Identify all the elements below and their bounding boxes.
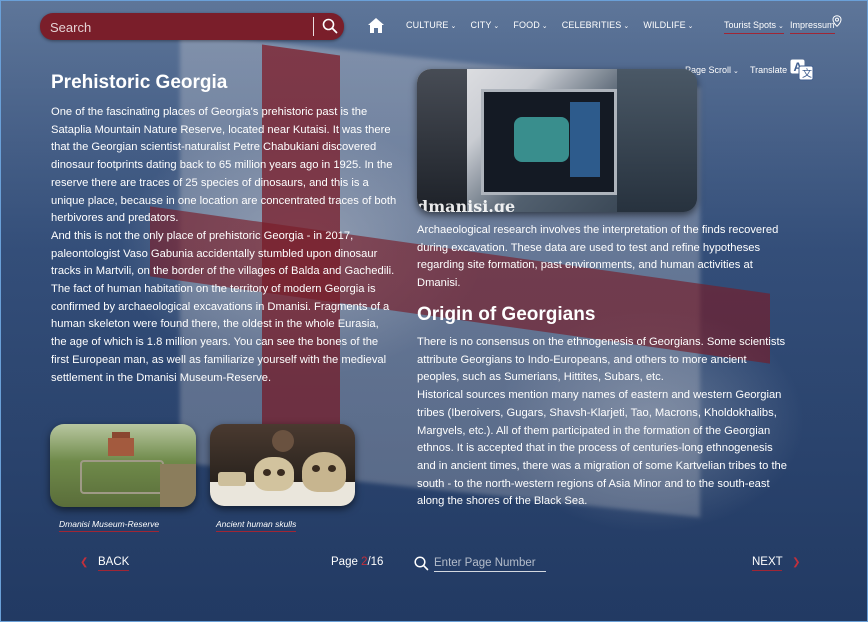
photo-watermark: dmanisi.ge (417, 197, 516, 212)
paragraph: Archaeological research involves the int… (417, 224, 779, 290)
dmanisi-reserve-photo[interactable] (50, 424, 196, 507)
tourist-spots-link[interactable]: Tourist Spots ⌄ (724, 20, 784, 34)
chevron-down-icon: ⌄ (541, 23, 548, 30)
nav-label: CULTURE (406, 20, 449, 30)
nav-item-culture[interactable]: CULTURE ⌄ (406, 20, 457, 34)
origin-text: There is no consensus on the ethnogenesi… (417, 334, 789, 511)
tourist-spots-label: Tourist Spots (724, 20, 777, 30)
nav-item-food[interactable]: FOOD ⌄ (513, 20, 547, 34)
translate-icon[interactable]: A 文 (790, 59, 814, 81)
search-icon (414, 556, 429, 571)
chevron-down-icon: ⌄ (450, 23, 457, 30)
total-pages: /16 (367, 556, 384, 568)
page-indicator: Page 2/16 (331, 556, 383, 568)
page-label: Page (331, 556, 362, 568)
nav-item-celebrities[interactable]: CELEBRITIES ⌄ (562, 20, 630, 34)
back-label: BACK (97, 556, 130, 571)
chevron-down-icon: ⌄ (493, 23, 500, 30)
section-title-prehistoric: Prehistoric Georgia (51, 72, 228, 93)
main-nav: CULTURE ⌄ CITY ⌄ FOOD ⌄ CELEBRITIES ⌄ WILDLI… (406, 20, 708, 34)
next-label: NEXT (752, 556, 783, 571)
home-icon[interactable] (367, 17, 385, 34)
nav-label: CELEBRITIES (561, 20, 622, 30)
caption-dmanisi-reserve[interactable]: Dmanisi Museum-Reserve (59, 519, 160, 532)
ancient-skulls-photo[interactable] (210, 424, 355, 506)
page-jump (414, 555, 550, 573)
chevron-down-icon: ⌄ (778, 23, 784, 30)
prehistoric-text: One of the fascinating places of Georgia… (51, 104, 397, 387)
search-bar (40, 13, 344, 40)
chevron-down-icon: ⌄ (733, 68, 739, 75)
paragraph: Historical sources mention many names of… (417, 389, 787, 508)
impressum-link[interactable]: Impressum (790, 20, 835, 34)
nav-item-city[interactable]: CITY ⌄ (471, 20, 500, 34)
next-button[interactable]: NEXT ❯ (752, 556, 801, 571)
chevron-left-icon: ❮ (80, 557, 89, 568)
translate-button[interactable]: Translate (750, 65, 787, 75)
section-title-origin: Origin of Georgians (417, 304, 596, 325)
translate-label: Translate (750, 65, 788, 75)
svg-text:文: 文 (802, 67, 812, 80)
impressum-label: Impressum (790, 20, 835, 30)
page-number-input[interactable] (434, 555, 546, 572)
chevron-right-icon: ❯ (792, 557, 801, 568)
nav-label: WILDLIFE (643, 20, 686, 30)
search-input[interactable] (48, 16, 314, 39)
nav-label: CITY (470, 20, 492, 30)
caption-ancient-skulls[interactable]: Ancient human skulls (216, 519, 297, 532)
location-pin-icon (832, 15, 842, 27)
chevron-down-icon: ⌄ (623, 23, 630, 30)
paragraph: There is no consensus on the ethnogenesi… (417, 336, 786, 384)
back-button[interactable]: ❮ BACK (80, 556, 130, 571)
nav-label: FOOD (513, 20, 540, 30)
top-bar: CULTURE⌄ CITY⌄ FOOD⌄ CELEBRITIES⌄ WILDLI… (0, 0, 868, 52)
paragraph: One of the fascinating places of Georgia… (51, 106, 397, 225)
paragraph: The fact of human habitation on the terr… (51, 283, 390, 384)
search-icon[interactable] (322, 18, 338, 34)
chevron-down-icon: ⌄ (687, 23, 694, 30)
search-divider (313, 17, 314, 36)
archaeology-lab-photo[interactable]: dmanisi.ge (417, 69, 697, 212)
archaeology-text: Archaeological research involves the int… (417, 222, 789, 293)
paragraph: And this is not the only place of prehis… (51, 229, 395, 278)
nav-item-wildlife[interactable]: WILDLIFE ⌄ (643, 20, 693, 34)
